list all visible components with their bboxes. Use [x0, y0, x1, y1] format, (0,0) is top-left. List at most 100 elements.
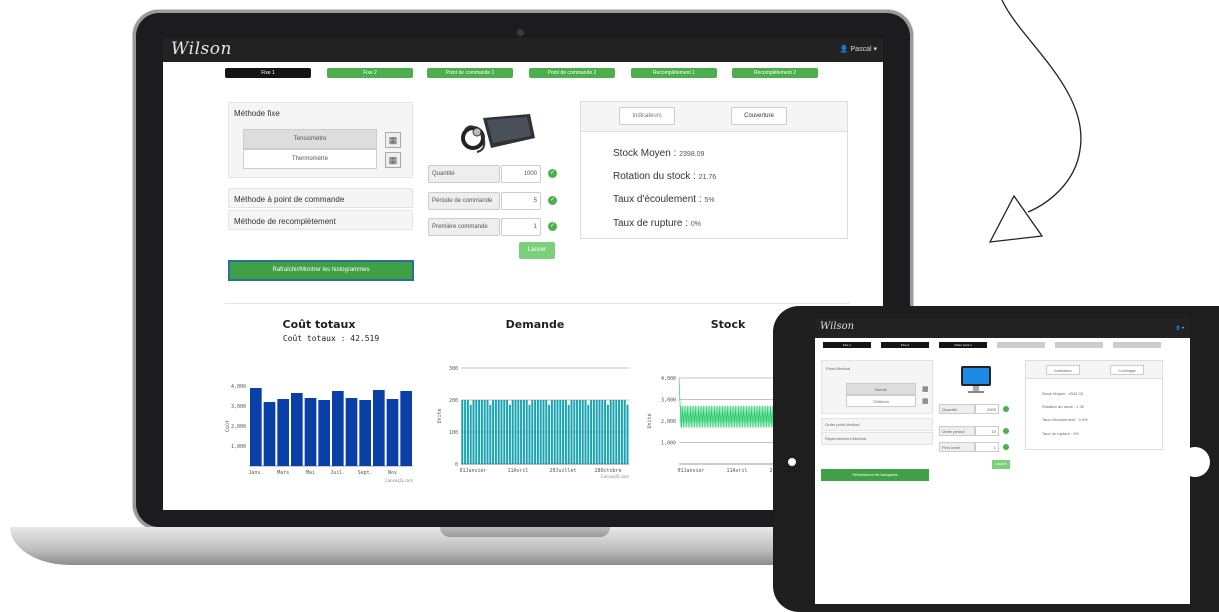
- demand-bar: [508, 404, 511, 464]
- x-tick-label: 11Avril: [507, 468, 528, 474]
- order-point-panel[interactable]: Méthode à point de commande: [228, 188, 413, 208]
- ok-icon[interactable]: ✓: [548, 169, 557, 178]
- demand-bar: [604, 400, 607, 464]
- demand-bar: [536, 400, 539, 464]
- tablet-ok-icon[interactable]: [1003, 406, 1009, 412]
- tablet-field-value[interactable]: 10: [975, 426, 999, 436]
- demand-bar: [559, 400, 562, 464]
- tablet-replenishment-panel[interactable]: Replenishment Method: [821, 432, 933, 445]
- tablet-tab-2[interactable]: Fixe 2: [881, 342, 929, 348]
- tablet-fixed-heading[interactable]: Fixed Method: [826, 366, 850, 371]
- tablet-refresh-button[interactable]: Refresh/show the histograms: [821, 469, 929, 481]
- tablet-launch-button[interactable]: Launch: [992, 460, 1010, 469]
- demand-bar: [500, 400, 503, 464]
- cost-bar: [263, 402, 276, 466]
- demand-chart: 0 100 200 300 Unité 01Janvier 11Avril 20Juillet…: [436, 366, 629, 479]
- demand-bar: [590, 400, 593, 464]
- tablet-field-value[interactable]: 1: [975, 442, 999, 452]
- tablet-tab-1[interactable]: Fixe 1: [823, 342, 871, 348]
- demand-bar: [576, 400, 579, 464]
- demand-bar: [486, 400, 489, 464]
- refresh-histograms-button[interactable]: Rafraîchir/Montrer les histogrammes: [228, 260, 414, 281]
- tablet-tab-4[interactable]: [997, 342, 1045, 348]
- x-tick-label: 11Avril: [726, 468, 747, 474]
- replenishment-panel[interactable]: Méthode de recomplètement: [228, 210, 413, 230]
- form-row: Période de commande 5 ✓: [428, 192, 558, 210]
- tablet-calculator-icon[interactable]: ▦: [922, 397, 929, 405]
- y-axis-label: Unité: [436, 408, 443, 423]
- chart-watermark: CanvasJS.com: [385, 478, 413, 483]
- demand-bar: [472, 400, 475, 464]
- stat-value: 21.76: [698, 174, 717, 181]
- demand-bar: [520, 400, 523, 464]
- tab-6[interactable]: Recomplètement 2: [732, 68, 818, 78]
- tablet-field-value[interactable]: 2000: [975, 404, 999, 414]
- tablet-order-point-panel[interactable]: Order point Method: [821, 418, 933, 431]
- demand-bar: [531, 400, 534, 464]
- x-tick-label: Nov: [388, 470, 397, 476]
- x-tick-label: 01Janvier: [459, 468, 486, 474]
- form-row: Quantité 1000 ✓: [428, 165, 558, 183]
- y-tick-label: 1,000: [661, 441, 676, 447]
- tablet-camera: [788, 458, 796, 466]
- tablet-tab-3[interactable]: Order point 1: [939, 342, 987, 348]
- demand-bar: [483, 400, 486, 464]
- product-item[interactable]: Thermomètre: [243, 149, 377, 169]
- user-menu[interactable]: 👤 Pascal ▾: [840, 45, 877, 53]
- tablet-ok-icon[interactable]: [1003, 428, 1009, 434]
- fixed-method-heading[interactable]: Méthode fixe: [234, 109, 280, 118]
- tab-1[interactable]: Fixe 1: [225, 68, 311, 78]
- demand-bar: [497, 400, 500, 464]
- demand-bar: [494, 400, 497, 464]
- ok-icon[interactable]: ✓: [548, 196, 557, 205]
- demand-bar: [601, 400, 604, 464]
- tablet-calculator-icon[interactable]: ▦: [922, 385, 929, 393]
- y-tick-label: 3,000: [661, 398, 676, 404]
- tablet-tab-coverage[interactable]: Coverage: [1110, 365, 1144, 375]
- tablet-indicators-panel: Indicators Coverage Stock Moyen : 4343.3…: [1025, 360, 1163, 450]
- x-tick-label: 01Janvier: [677, 468, 704, 474]
- tab-4[interactable]: Point de commande 2: [529, 68, 615, 78]
- product-item-selected[interactable]: Tensiomètre: [243, 129, 377, 149]
- tablet-brand[interactable]: Wilson: [820, 321, 854, 332]
- y-axis-label: Unité: [646, 413, 653, 428]
- caret-down-icon: ▾: [873, 46, 877, 53]
- tablet-product-selected[interactable]: Bunde: [846, 383, 916, 395]
- tab-indicators[interactable]: Indicateurs: [619, 107, 675, 125]
- cost-bar: [277, 399, 289, 466]
- ok-icon[interactable]: ✓: [548, 222, 557, 231]
- tablet-stat-line: Taux d'écoulement : 0.4%: [1042, 417, 1088, 422]
- tablet-tab-5[interactable]: [1055, 342, 1103, 348]
- field-value[interactable]: 1: [501, 218, 541, 236]
- demand-bar: [598, 400, 601, 464]
- tablet-tab-indicators[interactable]: Indicators: [1046, 365, 1080, 375]
- tablet-ok-icon[interactable]: [1003, 444, 1009, 450]
- calculator-icon[interactable]: ▦: [385, 152, 401, 168]
- demand-bar: [539, 400, 542, 464]
- tablet-product[interactable]: Chilloom: [846, 395, 916, 407]
- field-value[interactable]: 5: [501, 192, 541, 210]
- navbar: Wilson 👤 Pascal ▾: [163, 38, 883, 62]
- calculator-icon[interactable]: ▦: [385, 132, 401, 148]
- y-tick-label: 100: [449, 430, 458, 436]
- tab-2[interactable]: Fixe 2: [327, 68, 413, 78]
- demand-bar: [475, 400, 478, 464]
- tab-coverage[interactable]: Couverture: [731, 107, 787, 125]
- y-tick-label: 0: [455, 462, 458, 468]
- tablet-screen: Wilson 👤 ▾ Fixe 1 Fixe 2 Order point 1 Fix…: [815, 318, 1190, 604]
- chart-watermark: CanvasJS.com: [601, 474, 629, 479]
- demand-bar: [592, 400, 595, 464]
- tablet-tab-6[interactable]: [1113, 342, 1161, 348]
- brand-logo[interactable]: Wilson: [171, 39, 232, 59]
- launch-button[interactable]: Lancer: [519, 242, 555, 259]
- stat-label: Rotation du stock :: [613, 171, 696, 182]
- tablet-user-menu[interactable]: 👤 ▾: [1176, 325, 1184, 330]
- tablet-field-label: First order: [939, 442, 975, 452]
- field-value[interactable]: 1000: [501, 165, 541, 183]
- tab-3[interactable]: Point de commande 1: [427, 68, 513, 78]
- stat-label: Stock Moyen :: [613, 148, 677, 159]
- tablet-stat-line: Stock Moyen : 4343.33: [1042, 391, 1083, 396]
- laptop-notch: [440, 527, 610, 537]
- stat-value: 2398.09: [679, 151, 705, 158]
- tab-5[interactable]: Recomplètement 1: [631, 68, 717, 78]
